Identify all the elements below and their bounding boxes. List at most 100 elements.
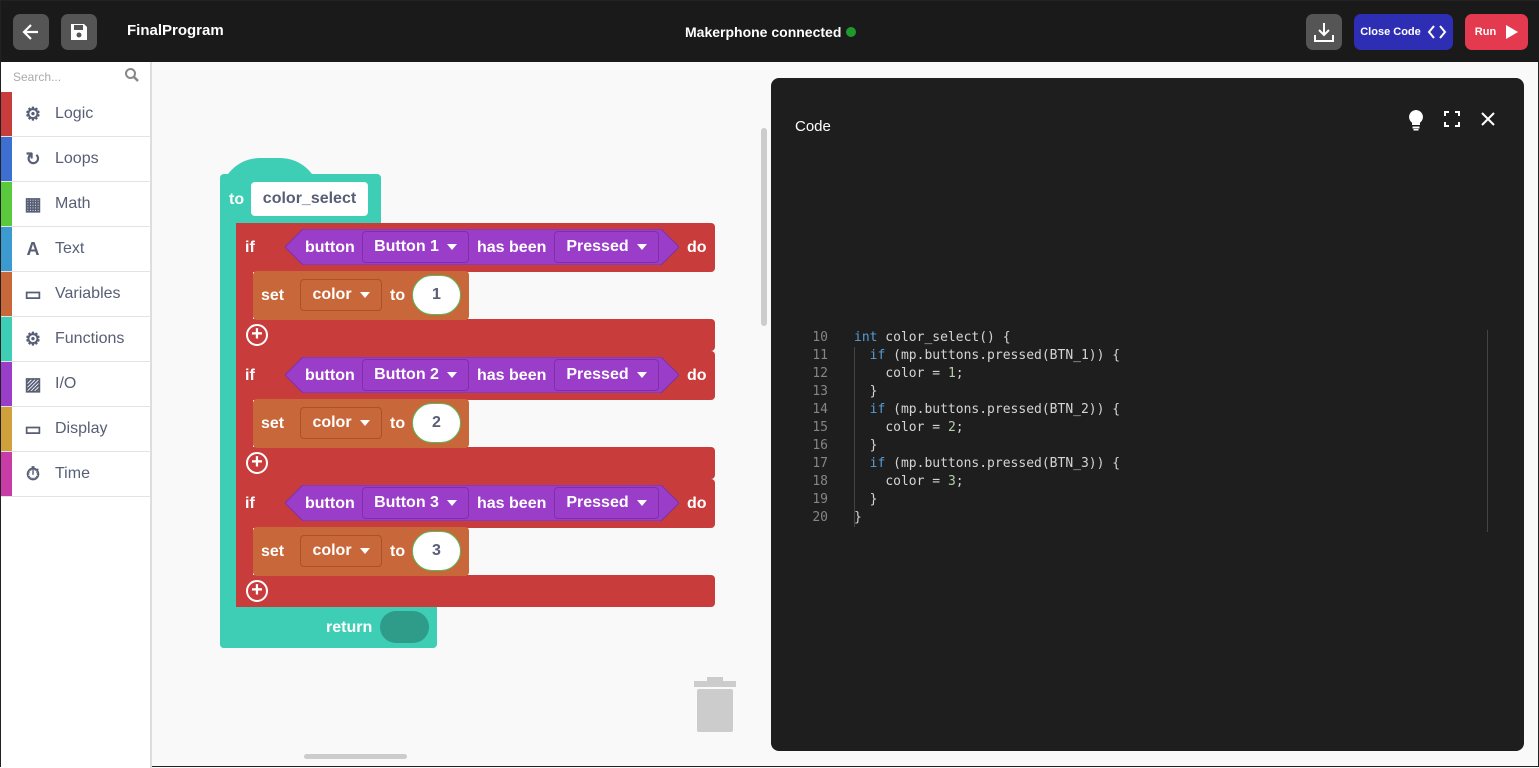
code-end: ; (955, 474, 964, 489)
variable-name: color (312, 542, 352, 559)
category-text[interactable]: A Text (1, 227, 151, 272)
save-button[interactable] (61, 14, 97, 50)
line-number: 12 (812, 366, 828, 381)
category-functions[interactable]: ⚙ Functions (1, 317, 151, 362)
code: } (869, 384, 878, 399)
keyword: int (854, 330, 878, 345)
button-label: button (305, 495, 355, 512)
state-select-dropdown[interactable]: Pressed (554, 231, 659, 263)
category-color-bar (1, 407, 12, 451)
category-logic[interactable]: ⚙ Logic (1, 92, 151, 137)
if-label: if (245, 367, 255, 384)
button-select-value: Button 1 (374, 238, 439, 255)
project-title: FinalProgram (127, 22, 224, 39)
download-button[interactable] (1306, 14, 1342, 50)
number-input[interactable]: 1 (412, 275, 461, 315)
fullscreen-icon[interactable] (1444, 111, 1460, 127)
code-panel-title: Code (795, 118, 831, 135)
button-select-dropdown[interactable]: Button 1 (362, 231, 469, 263)
workspace-horizontal-scrollbar[interactable] (304, 754, 407, 759)
trash-icon[interactable] (693, 677, 737, 733)
code-end: ; (955, 420, 964, 435)
close-icon[interactable] (1480, 111, 1496, 127)
has-been-label: has been (477, 367, 547, 384)
button-select-dropdown[interactable]: Button 3 (362, 487, 469, 519)
category-time[interactable]: ⏱ Time (1, 452, 151, 497)
button-select-dropdown[interactable]: Button 2 (362, 359, 469, 391)
category-label: Time (55, 465, 90, 482)
code: color_select() { (877, 330, 1011, 345)
to-label: to (390, 287, 406, 304)
code: color = (885, 420, 948, 435)
dropdown-arrow-icon (359, 292, 370, 298)
category-math[interactable]: ▦ Math (1, 182, 151, 227)
search-icon[interactable] (124, 67, 140, 83)
code-text: } (854, 509, 862, 527)
line-number: 16 (812, 438, 828, 453)
variable-dropdown[interactable]: color (300, 407, 382, 439)
run-label: Run (1474, 26, 1497, 38)
dropdown-arrow-icon (446, 372, 457, 378)
code: color = (885, 366, 948, 381)
variable-dropdown[interactable]: color (300, 535, 382, 567)
category-color-bar (1, 317, 12, 361)
code-text: } (854, 437, 878, 455)
status-dot (846, 27, 856, 37)
variable-name: color (312, 414, 352, 431)
close-code-button[interactable]: Close Code (1354, 14, 1453, 50)
set-label: set (261, 415, 285, 432)
category-label: Loops (55, 150, 99, 167)
variable-name: color (312, 286, 352, 303)
back-button[interactable] (13, 14, 49, 50)
lightbulb-icon[interactable] (1408, 109, 1424, 131)
code-scroll-ruler (1487, 330, 1488, 532)
state-select-dropdown[interactable]: Pressed (554, 487, 659, 519)
if-label: if (245, 239, 255, 256)
code-text: if (mp.buttons.pressed(BTN_2)) { (854, 401, 1120, 419)
return-label: return (326, 619, 373, 636)
code-text: } (854, 383, 878, 401)
code-text: color = 2; (854, 419, 964, 437)
code: (mp.buttons.pressed(BTN_1)) { (885, 348, 1121, 363)
number-input[interactable]: 2 (412, 403, 461, 443)
code-text: color = 3; (854, 473, 964, 491)
line-number: 19 (812, 492, 828, 507)
code-text: } (854, 491, 878, 509)
category-icon: ▨ (24, 373, 42, 394)
keyword: if (869, 348, 886, 363)
code-panel: Code 10 int color_select() {11 if (mp.but… (771, 78, 1524, 751)
code: (mp.buttons.pressed(BTN_2)) { (885, 402, 1121, 417)
number-input[interactable]: 3 (412, 531, 461, 571)
category-loops[interactable]: ↻ Loops (1, 137, 151, 182)
category-icon: ▭ (24, 418, 42, 439)
do-label: do (687, 367, 707, 384)
dropdown-arrow-icon (446, 244, 457, 250)
state-select-value: Pressed (566, 366, 629, 383)
add-else-plus-icon[interactable]: + (246, 452, 268, 474)
line-number: 18 (812, 474, 828, 489)
add-else-plus-icon[interactable]: + (246, 580, 268, 602)
to-label: to (390, 543, 406, 560)
function-name-field[interactable]: color_select (251, 182, 368, 216)
category-io[interactable]: ▨ I/O (1, 362, 151, 407)
add-else-plus-icon[interactable]: + (246, 324, 268, 346)
category-variables[interactable]: ▭ Variables (1, 272, 151, 317)
code: color = (885, 474, 948, 489)
do-label: do (687, 239, 707, 256)
download-icon (1314, 23, 1334, 42)
category-label: Math (55, 195, 91, 212)
variable-dropdown[interactable]: color (300, 279, 382, 311)
category-display[interactable]: ▭ Display (1, 407, 151, 452)
run-button[interactable]: Run (1465, 14, 1528, 50)
workspace-vertical-scrollbar[interactable] (761, 128, 767, 326)
search-input[interactable]: Search... (13, 70, 61, 84)
line-number: 15 (812, 420, 828, 435)
category-color-bar (1, 182, 12, 226)
return-value-slot[interactable] (380, 611, 429, 643)
state-select-dropdown[interactable]: Pressed (554, 359, 659, 391)
dropdown-arrow-icon (636, 500, 647, 506)
code: } (869, 492, 878, 507)
